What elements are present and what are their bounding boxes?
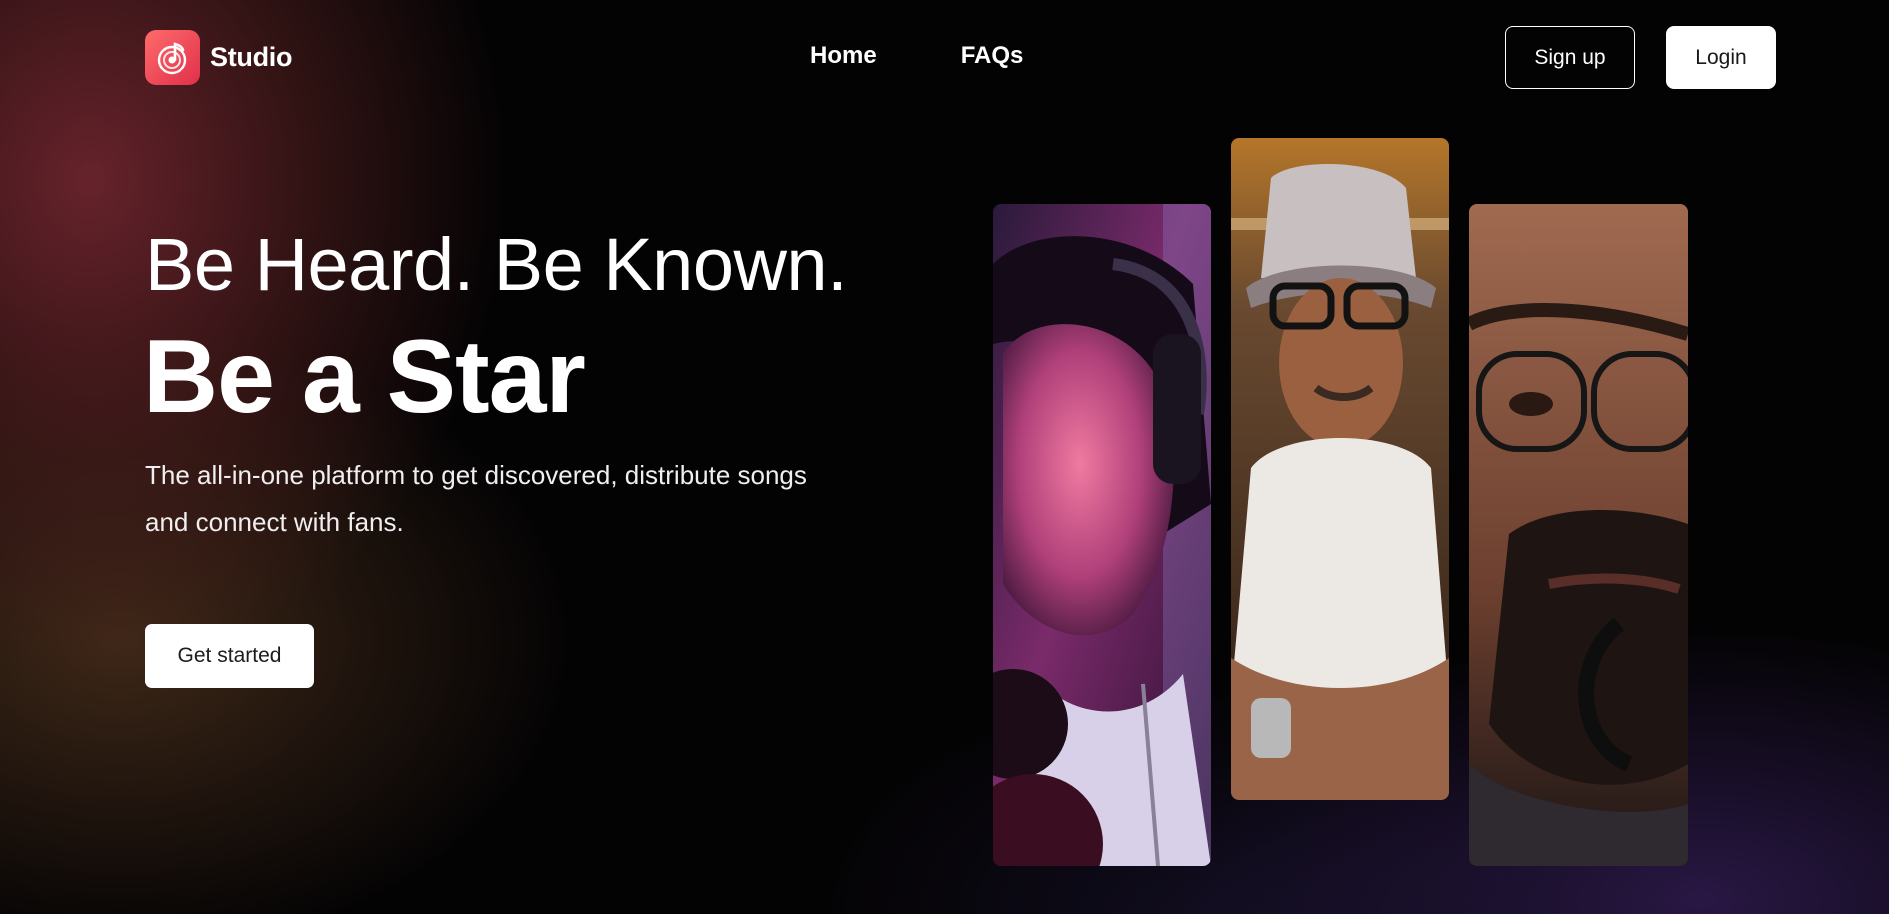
nav-item-home[interactable]: Home <box>810 42 877 70</box>
top-navbar: Studio Home FAQs Sign up Login <box>0 0 1889 115</box>
sign-up-button[interactable]: Sign up <box>1505 26 1635 89</box>
artist-photo-man-hat <box>1231 138 1449 800</box>
artist-photo-man-glasses <box>1469 204 1688 866</box>
artist-photo-singer <box>993 204 1211 866</box>
brand-logo[interactable]: Studio <box>145 30 292 85</box>
hero-headline: Be a Star <box>143 319 586 435</box>
nav-item-faqs[interactable]: FAQs <box>961 42 1024 70</box>
hero-subtitle: The all-in-one platform to get discovere… <box>145 460 807 537</box>
get-started-button[interactable]: Get started <box>145 624 314 688</box>
login-button[interactable]: Login <box>1666 26 1776 89</box>
music-note-icon <box>145 30 200 85</box>
brand-name: Studio <box>210 42 293 72</box>
main-nav: Home FAQs <box>810 42 1023 70</box>
hero-tagline: Be Heard. Be Known. <box>145 223 848 306</box>
